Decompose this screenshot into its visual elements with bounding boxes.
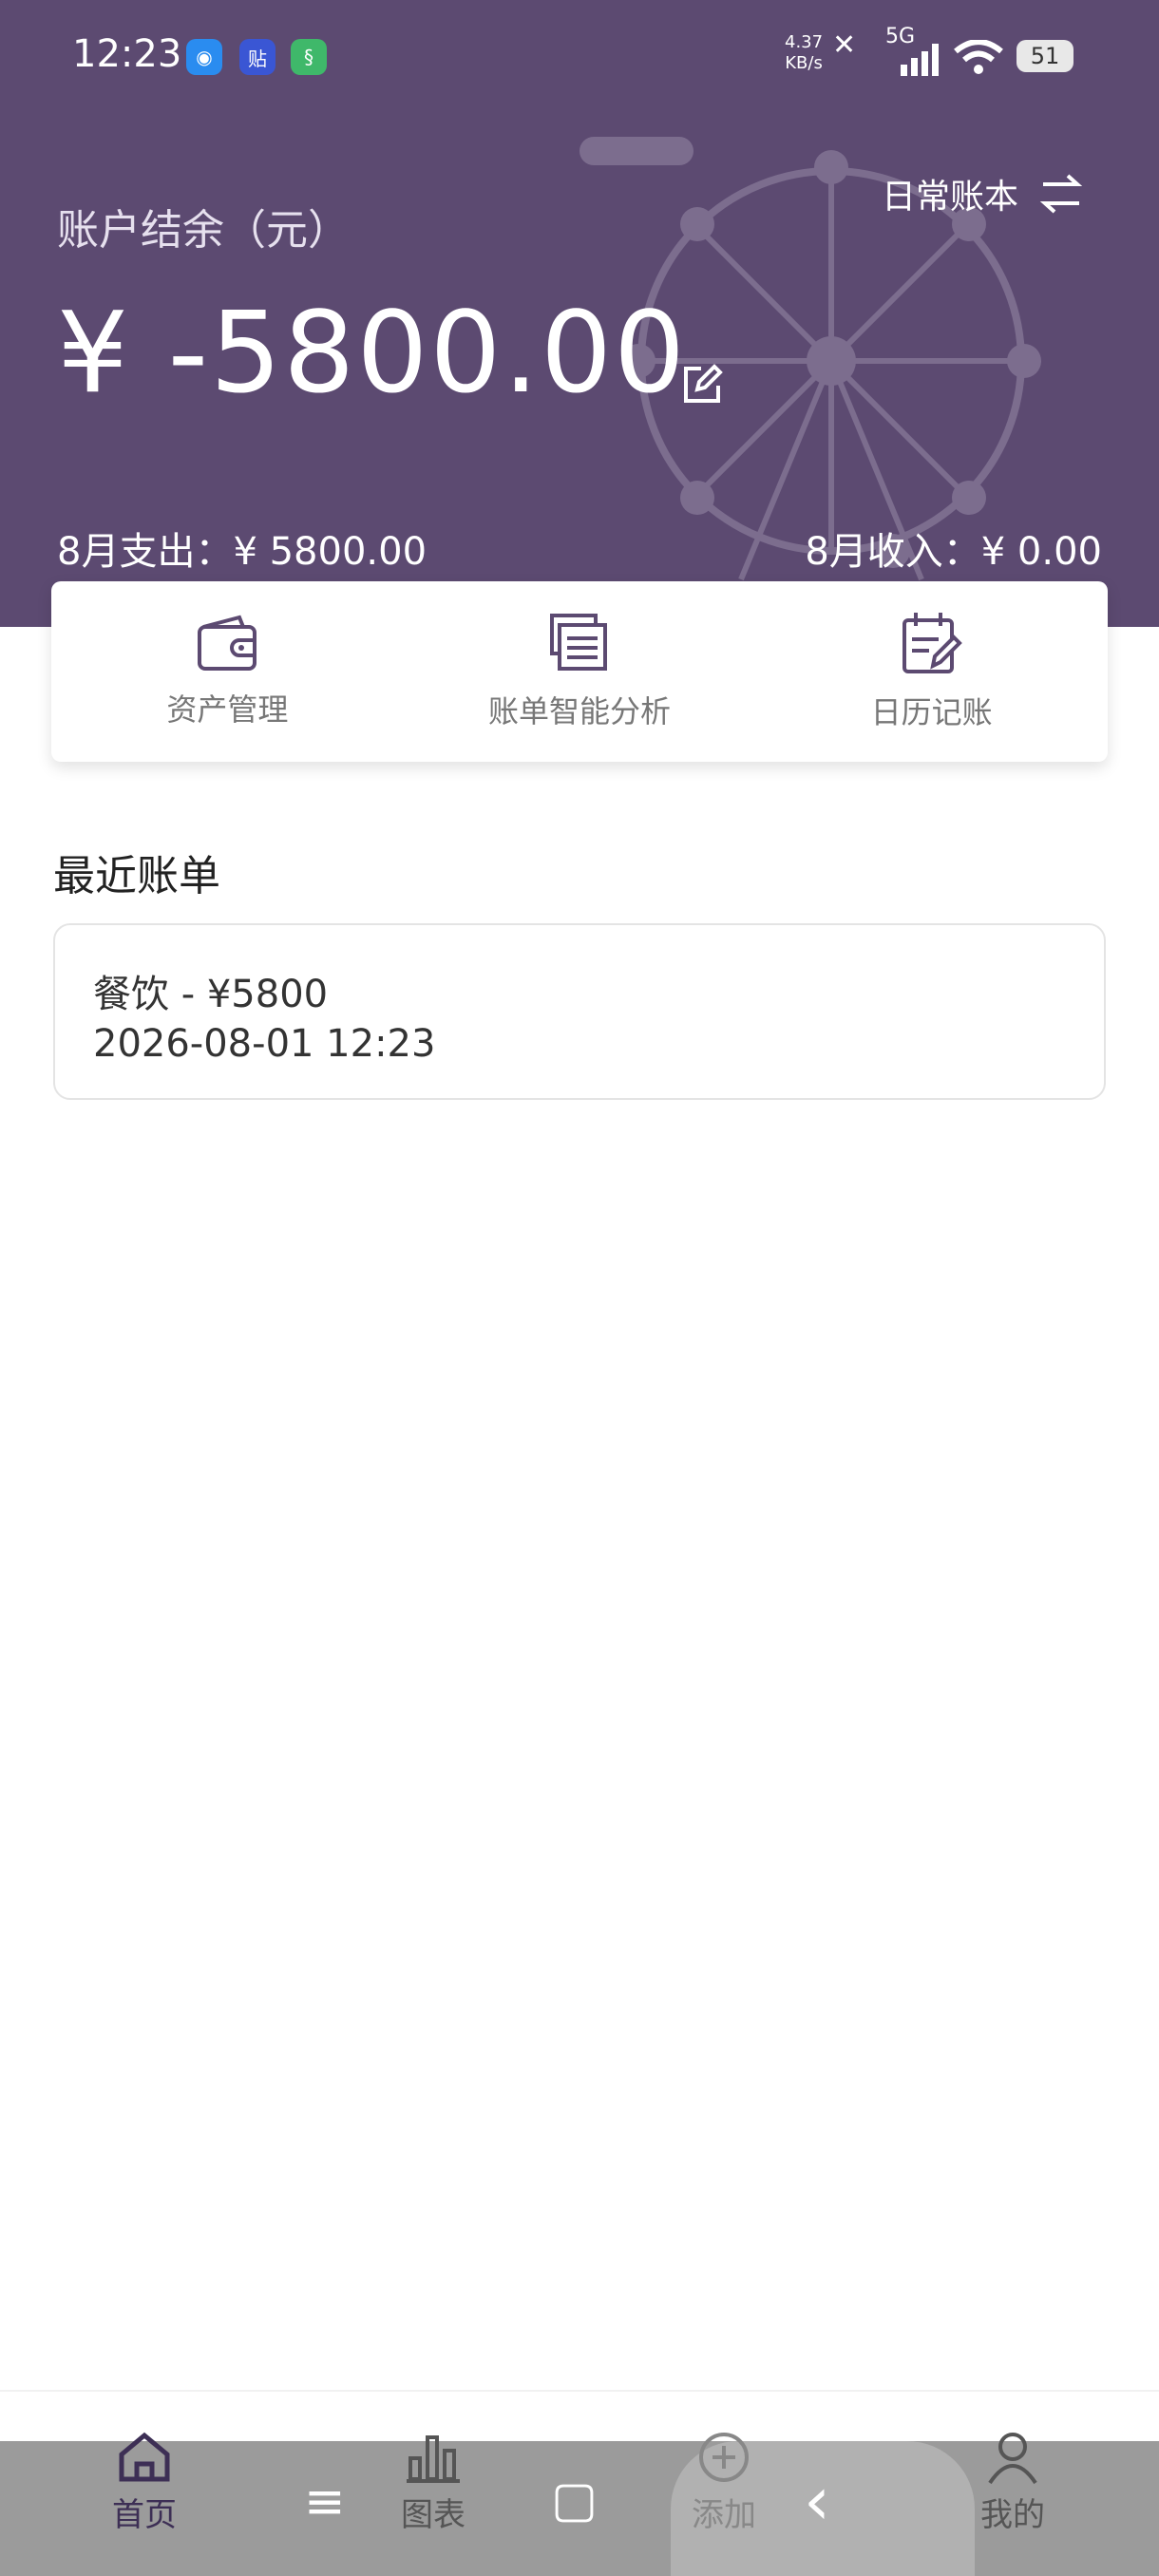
swap-icon (1039, 174, 1083, 214)
nav-back-button[interactable]: ‹ (804, 2462, 830, 2540)
signal-icon (901, 44, 939, 76)
green-app-icon: § (291, 39, 327, 75)
wallet-icon (198, 615, 257, 671)
bill-datetime: 2026-08-01 12:23 (93, 1022, 436, 1066)
tab-home[interactable]: 首页 (68, 2430, 220, 2535)
edit-icon[interactable] (680, 363, 724, 407)
documents-icon (549, 614, 607, 671)
tab-mine-label: 我的 (980, 2496, 1045, 2534)
person-icon (988, 2433, 1037, 2485)
nav-menu-button[interactable]: ≡ (304, 2473, 346, 2530)
ledger-switch[interactable]: 日常账本 (882, 169, 1083, 218)
net-speed: 4.37 KB/s (785, 32, 824, 73)
plus-circle-icon (699, 2433, 749, 2482)
quick-actions-card: 资产管理 账单智能分析 日历记账 (51, 581, 1108, 762)
tieba-app-icon: 贴 (239, 39, 276, 75)
nav-home-button[interactable]: ▢ (551, 2472, 598, 2529)
month-income: 8月收入：¥ 0.00 (805, 530, 1102, 574)
bill-list-item[interactable]: 餐饮 - ¥5800 2026-08-01 12:23 (53, 923, 1106, 1100)
status-time: 12:23 (72, 32, 182, 76)
balance-label: 账户结余（元） (57, 206, 350, 255)
battery-icon: 51 (1016, 40, 1074, 72)
tab-chart-label: 图表 (401, 2496, 466, 2534)
asset-management-button[interactable]: 资产管理 (85, 614, 370, 729)
ledger-name: 日常账本 (881, 178, 1018, 217)
bill-summary: 餐饮 - ¥5800 (93, 973, 329, 1016)
home-icon (119, 2432, 170, 2482)
tabbar-divider (0, 2390, 1159, 2392)
tab-add[interactable]: 添加 (648, 2430, 800, 2535)
balance-amount: ¥ -5800.00 (57, 287, 688, 418)
tab-chart[interactable]: 图表 (357, 2430, 509, 2535)
tab-home-label: 首页 (112, 2496, 177, 2534)
header: 12:23 ◉ 贴 § 4.37 KB/s ✕ 5G 51 日常账本 账户结余（… (0, 0, 1159, 627)
calendar-edit-icon (902, 613, 962, 673)
no-signal-icon: ✕ (832, 28, 857, 62)
tab-add-label: 添加 (692, 2496, 756, 2534)
browser-app-icon: ◉ (186, 39, 222, 75)
tab-mine[interactable]: 我的 (937, 2430, 1089, 2535)
calendar-booking-label: 日历记账 (870, 694, 993, 730)
bar-chart-icon (407, 2435, 460, 2483)
bill-analysis-label: 账单智能分析 (487, 693, 671, 729)
wifi-icon (954, 40, 1003, 74)
asset-management-label: 资产管理 (166, 691, 289, 728)
month-expense: 8月支出：¥ 5800.00 (57, 530, 428, 574)
recent-bills-title: 最近账单 (53, 852, 220, 900)
bill-analysis-button[interactable]: 账单智能分析 (437, 612, 722, 731)
status-bar: 12:23 ◉ 贴 § 4.37 KB/s ✕ 5G 51 (0, 0, 1159, 114)
calendar-booking-button[interactable]: 日历记账 (789, 611, 1074, 732)
